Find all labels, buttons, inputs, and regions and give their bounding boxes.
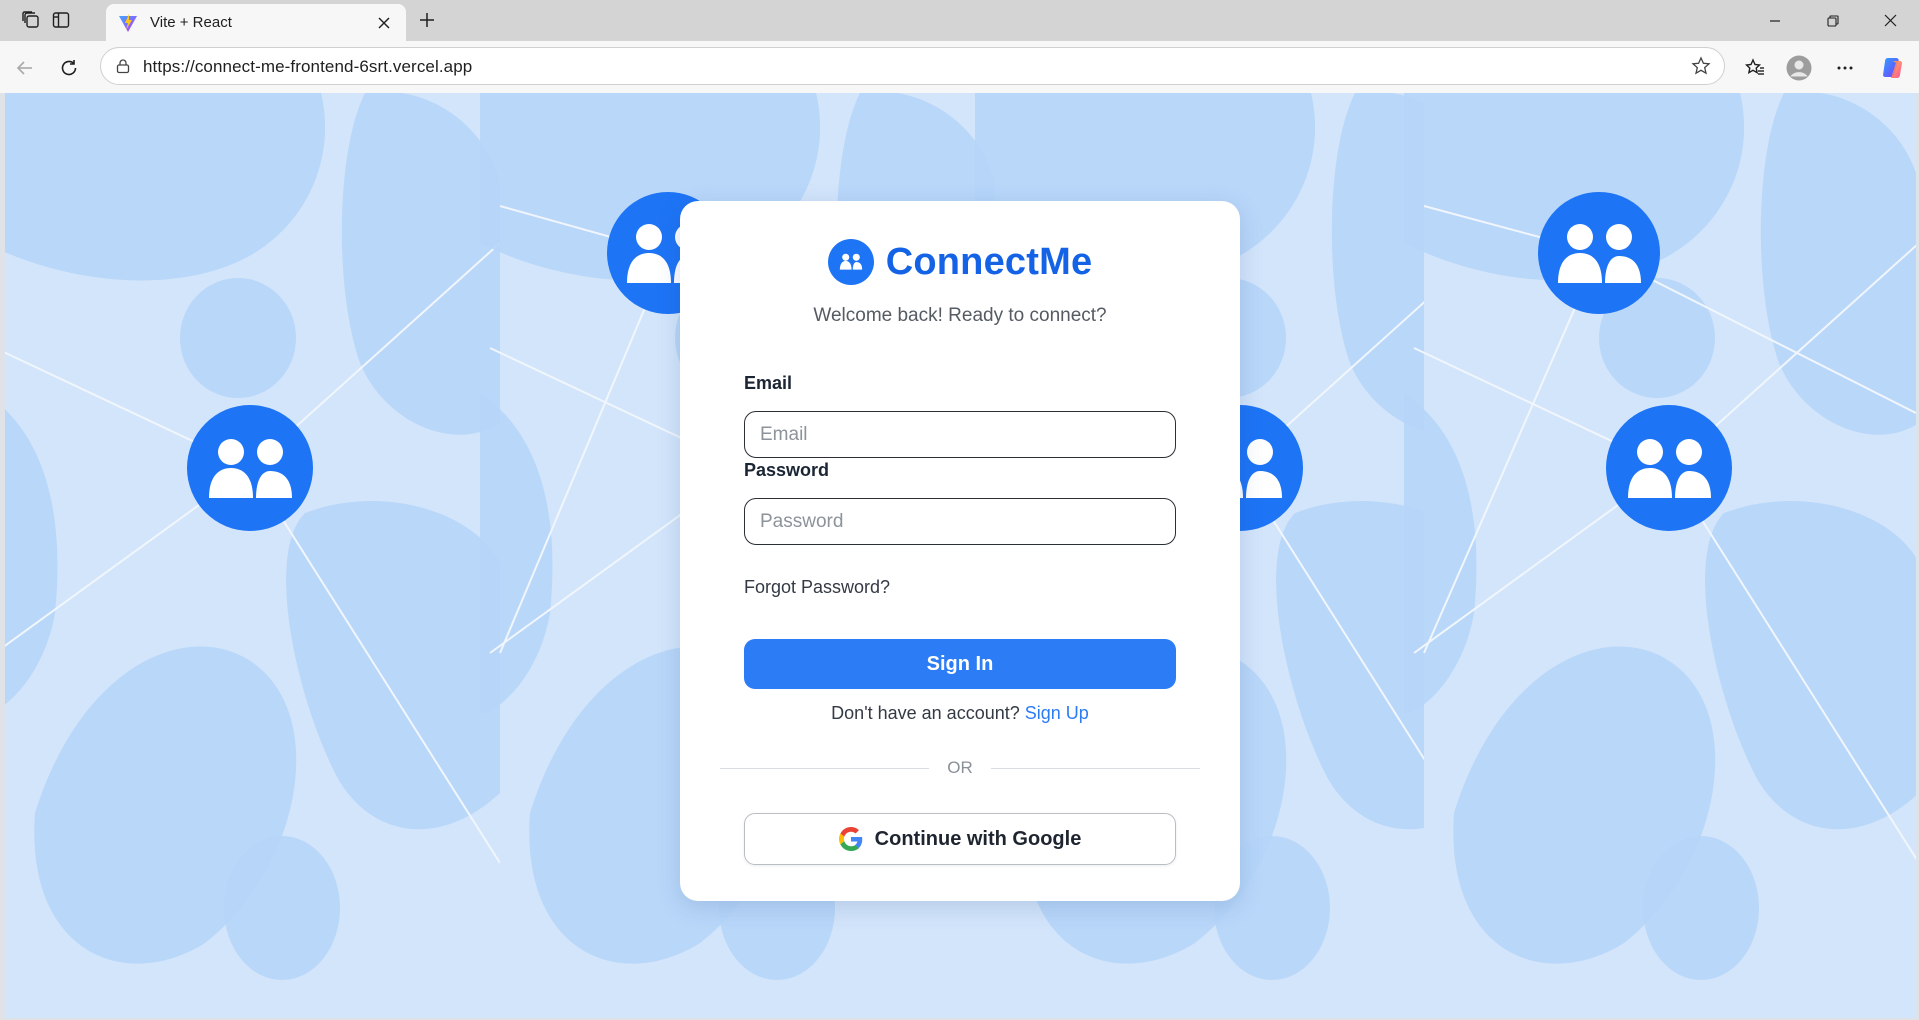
profile-avatar-icon[interactable] [1782,51,1816,85]
address-bar[interactable]: https://connect-me-frontend-6srt.vercel.… [100,47,1725,85]
restore-icon[interactable] [1805,0,1861,41]
back-icon[interactable] [8,51,42,85]
new-tab-icon[interactable] [412,6,442,34]
page-viewport: ConnectMe Welcome back! Ready to connect… [5,93,1916,1018]
vite-favicon-icon [118,12,140,34]
lock-icon[interactable] [113,56,133,76]
favorite-star-icon[interactable] [1690,55,1712,77]
brand-name: ConnectMe [885,240,1093,283]
active-tab[interactable]: Vite + React [106,4,406,41]
login-card: ConnectMe Welcome back! Ready to connect… [680,201,1240,901]
close-window-icon[interactable] [1862,0,1918,41]
minimize-icon[interactable] [1747,0,1803,41]
refresh-icon[interactable] [52,51,86,85]
people-icon [827,239,874,285]
browser-tab-bar: Vite + React [0,0,1919,41]
google-button-label: Continue with Google [874,827,1082,850]
more-menu-icon[interactable] [1828,51,1862,85]
favorites-icon[interactable] [1738,51,1772,85]
or-divider: OR [720,758,1200,778]
welcome-subtitle: Welcome back! Ready to connect? [813,305,1107,326]
google-sign-in-button[interactable]: Continue with Google [744,813,1176,865]
password-field[interactable] [744,498,1176,545]
sign-in-button[interactable]: Sign In [744,639,1176,689]
google-logo-icon [838,826,865,852]
close-tab-icon[interactable] [374,13,394,33]
email-field[interactable] [744,411,1176,458]
workspaces-icon[interactable] [16,6,46,34]
divider-line [990,767,1200,769]
or-text: OR [947,758,973,777]
tab-title: Vite + React [150,14,232,31]
copilot-icon[interactable] [1876,51,1910,85]
sign-up-link[interactable]: Sign Up [1025,703,1089,723]
email-label: Email [744,373,793,393]
browser-toolbar: https://connect-me-frontend-6srt.vercel.… [0,41,1919,93]
signup-prompt: Don't have an account? [831,703,1020,723]
divider-line [720,767,930,769]
url-text[interactable]: https://connect-me-frontend-6srt.vercel.… [143,57,472,77]
password-label: Password [744,460,830,480]
signup-row: Don't have an account? Sign Up [680,703,1240,724]
brand-header: ConnectMe [680,239,1240,285]
forgot-password-link[interactable]: Forgot Password? [744,577,890,598]
vertical-tabs-icon[interactable] [46,6,76,34]
